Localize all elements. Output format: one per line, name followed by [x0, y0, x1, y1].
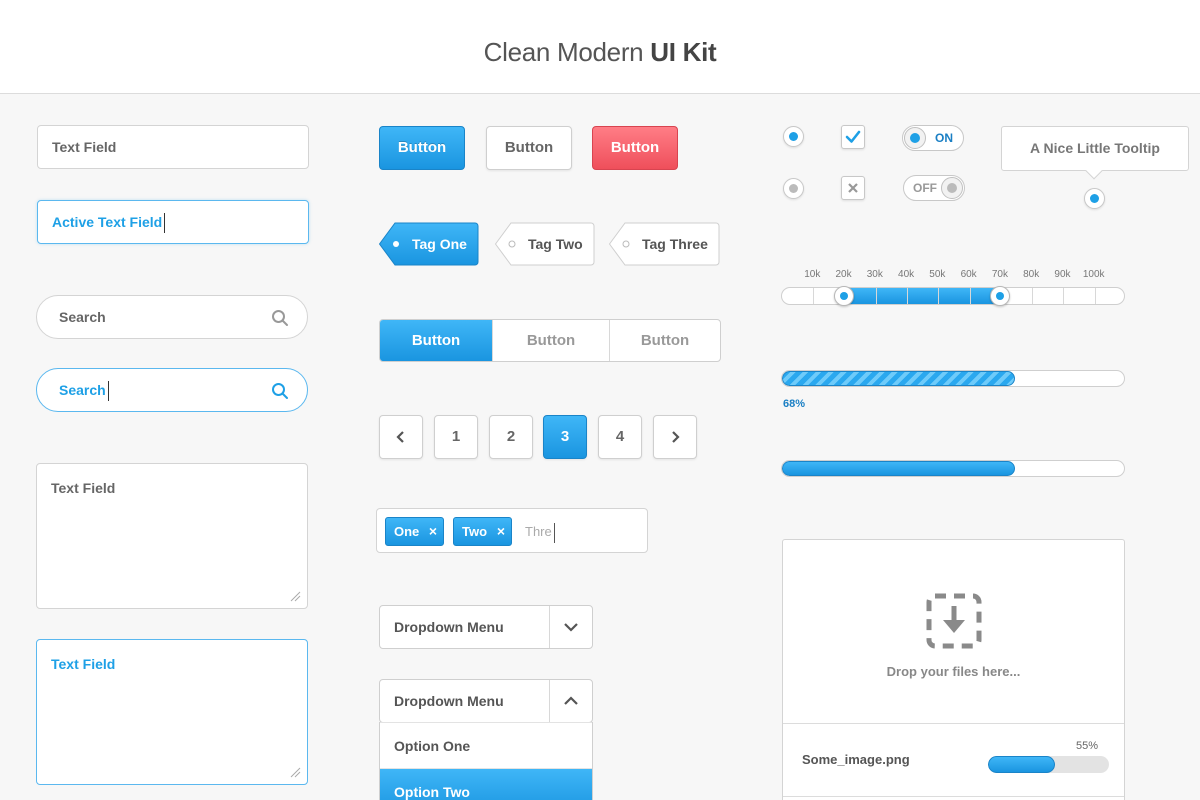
pagination-next[interactable]: [653, 415, 697, 459]
slider-tick-label: 70k: [991, 269, 1008, 280]
search-input-active[interactable]: Search: [36, 368, 308, 412]
slider-tick-mark: [875, 288, 877, 304]
slider-tick-label: 60k: [960, 269, 977, 280]
slider-tick-mark: [813, 288, 815, 304]
dropdown-closed[interactable]: Dropdown Menu: [379, 605, 593, 649]
tag-three[interactable]: Tag Three: [609, 222, 720, 266]
slider-tick-mark: [1063, 288, 1065, 304]
header: Clean Modern UI Kit: [0, 0, 1200, 94]
download-icon: [926, 593, 982, 649]
chevron-down-icon: [564, 623, 578, 632]
tag-input[interactable]: One × Two × Thre: [376, 508, 648, 553]
tag-input-text: Thre: [525, 509, 555, 554]
slider-tick-label: 10k: [804, 269, 821, 280]
tag-two[interactable]: Tag Two: [495, 222, 595, 266]
text-caret: [107, 381, 109, 402]
progress-label: 68%: [783, 398, 806, 410]
dropdown-toggle[interactable]: [549, 606, 592, 648]
progress-bar-striped: [781, 370, 1125, 387]
slider-tick-labels: 10k 20k 30k 40k 50k 60k 70k 80k 90k 100k: [781, 269, 1125, 281]
segmented-control: Button Button Button: [379, 319, 721, 362]
tag-chip: Two ×: [453, 517, 512, 546]
secondary-button[interactable]: Button: [486, 126, 572, 170]
search-icon[interactable]: [271, 309, 289, 327]
progress-fill: [782, 371, 1015, 386]
pagination-page-4[interactable]: 4: [598, 415, 642, 459]
slider-tick-label: 80k: [1023, 269, 1040, 280]
tooltip: A Nice Little Tooltip: [1001, 126, 1189, 180]
dropdown-options: Option One Option Two: [379, 722, 593, 800]
file-name: Some_image.png: [802, 752, 910, 767]
slider-tick-label: 50k: [929, 269, 946, 280]
slider-handle-high[interactable]: [989, 286, 1010, 306]
slider-tick-label: 90k: [1054, 269, 1071, 280]
slider-tick-label: 30k: [866, 269, 883, 280]
drop-message: Drop your files here...: [886, 664, 1021, 679]
textarea[interactable]: Text Field: [36, 463, 308, 609]
cross-icon: [848, 183, 858, 193]
slider-tick-mark: [1094, 288, 1096, 304]
drop-zone[interactable]: Drop your files here...: [783, 540, 1124, 724]
slider-range-fill: [844, 288, 1001, 304]
file-progress-bar: [988, 756, 1109, 773]
progress-fill: [782, 461, 1015, 476]
tag-chip: One ×: [385, 517, 444, 546]
tag-one[interactable]: Tag One: [379, 222, 479, 266]
pagination-page-3[interactable]: 3: [543, 415, 587, 459]
slider-tick-label: 100k: [1082, 269, 1105, 280]
chevron-right-icon: [672, 431, 680, 443]
textarea-active[interactable]: Text Field: [36, 639, 308, 785]
slider-tick-mark: [907, 288, 909, 304]
search-icon[interactable]: [271, 382, 289, 400]
page-title: Clean Modern UI Kit: [483, 37, 717, 67]
text-field[interactable]: Text Field: [37, 125, 309, 169]
switch-off[interactable]: OFF: [903, 175, 965, 201]
file-progress-fill: [988, 756, 1055, 773]
switch-knob: [904, 127, 926, 149]
slider-tick-mark: [938, 288, 940, 304]
file-progress-label: 55%: [1076, 740, 1099, 752]
segment-2[interactable]: Button: [492, 320, 609, 361]
tooltip-arrow: [1085, 162, 1103, 180]
segment-1[interactable]: Button: [380, 320, 492, 361]
checkmark-icon: [845, 130, 861, 143]
segment-3[interactable]: Button: [609, 320, 720, 361]
text-caret: [553, 522, 555, 543]
dropdown-option[interactable]: Option One: [380, 722, 592, 768]
dropdown-open[interactable]: Dropdown Menu: [379, 679, 593, 723]
danger-button[interactable]: Button: [592, 126, 678, 170]
active-text-field[interactable]: Active Text Field: [37, 200, 309, 244]
dropdown-option-selected[interactable]: Option Two: [380, 768, 592, 800]
resize-handle-icon[interactable]: [289, 590, 301, 602]
tooltip-anchor[interactable]: [1084, 188, 1105, 209]
pagination-page-1[interactable]: 1: [434, 415, 478, 459]
checkbox-crossed[interactable]: [841, 176, 865, 200]
radio-checked[interactable]: [783, 126, 804, 147]
text-caret: [164, 213, 166, 234]
pagination-prev[interactable]: [379, 415, 423, 459]
slider-tick-label: 40k: [898, 269, 915, 280]
primary-button[interactable]: Button: [379, 126, 465, 170]
file-uploader: Drop your files here... Some_image.png 5…: [782, 539, 1125, 800]
range-slider-track[interactable]: [781, 287, 1125, 305]
remove-chip-icon[interactable]: ×: [429, 518, 437, 545]
pagination-page-2[interactable]: 2: [489, 415, 533, 459]
search-input[interactable]: Search: [36, 295, 308, 339]
divider: [783, 796, 1124, 797]
chevron-left-icon: [396, 431, 404, 443]
chevron-up-icon: [564, 696, 578, 705]
slider-tick-label: 20k: [835, 269, 852, 280]
slider-handle-low[interactable]: [833, 286, 854, 306]
dropdown-toggle[interactable]: [549, 680, 592, 722]
switch-on[interactable]: ON: [902, 125, 964, 151]
slider-tick-mark: [969, 288, 971, 304]
radio-unchecked[interactable]: [783, 178, 804, 199]
switch-knob: [941, 177, 963, 199]
remove-chip-icon[interactable]: ×: [497, 518, 505, 545]
progress-bar: [781, 460, 1125, 477]
resize-handle-icon[interactable]: [289, 766, 301, 778]
checkbox-checked[interactable]: [841, 125, 865, 149]
slider-tick-mark: [1032, 288, 1034, 304]
